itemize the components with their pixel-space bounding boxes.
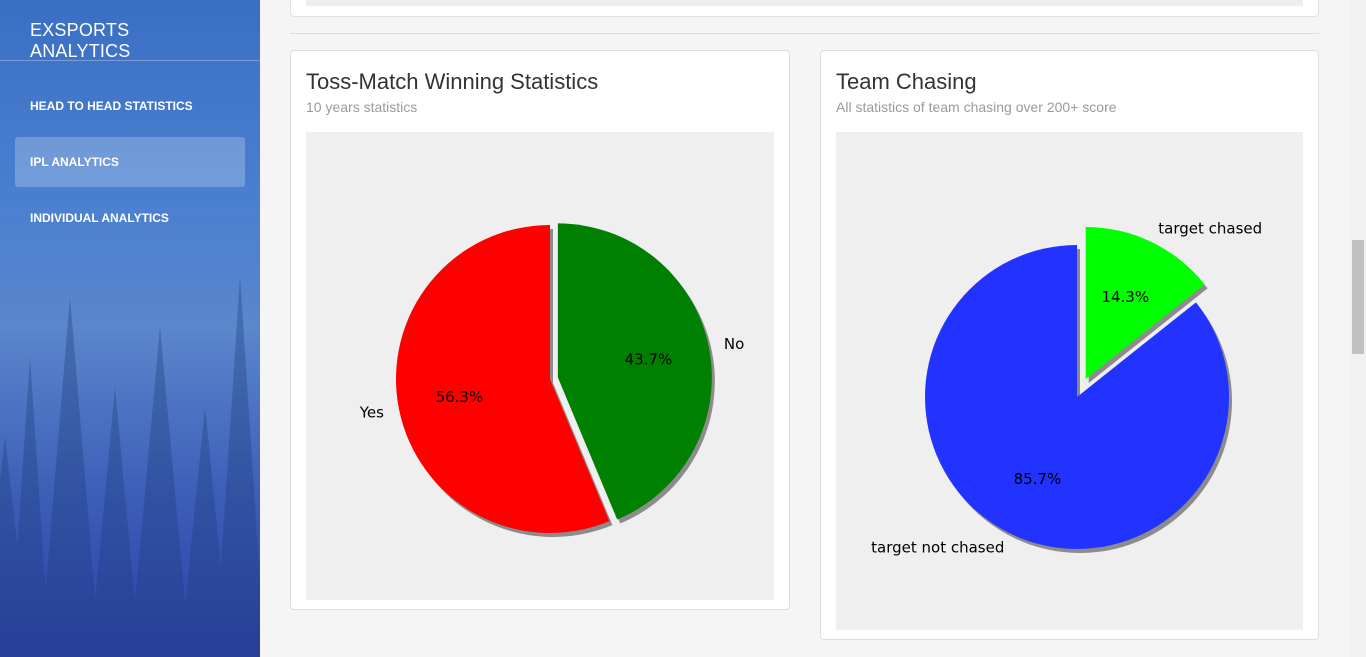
chasing-card: Team Chasing All statistics of team chas… [820, 50, 1319, 640]
toss-card-title: Toss-Match Winning Statistics [306, 69, 599, 94]
chasing-pie-chart: target not chased 85.7% target chased 14.3% [871, 219, 1262, 557]
pie-percent-yes: 56.3% [436, 388, 484, 406]
previous-chart-card [290, 0, 1319, 17]
pie-percent-target-not-chased: 85.7% [1014, 470, 1062, 488]
sidebar-item-individual-analytics[interactable]: INDIVIDUAL ANALYTICS [15, 193, 245, 243]
main-content: Toss-Match Winning Statistics 10 years s… [260, 0, 1350, 657]
chasing-card-title: Team Chasing [836, 69, 977, 94]
pie-label-no: No [724, 335, 744, 353]
pie-percent-no: 43.7% [625, 350, 673, 368]
forest-background-image [0, 277, 260, 657]
toss-card: Toss-Match Winning Statistics 10 years s… [290, 50, 790, 610]
toss-chart: Yes 56.3% No 43.7% [306, 132, 774, 600]
vertical-scrollbar[interactable] [1350, 0, 1366, 657]
chasing-card-subtitle: All statistics of team chasing over 200+… [836, 99, 1117, 115]
pie-label-yes: Yes [359, 403, 384, 421]
sidebar: EXSPORTS ANALYTICS HEAD TO HEAD STATISTI… [0, 0, 260, 657]
previous-chart-strip [306, 0, 1303, 6]
pie-percent-target-chased: 14.3% [1101, 288, 1149, 306]
pie-label-target-not-chased: target not chased [871, 539, 1004, 557]
sidebar-nav: HEAD TO HEAD STATISTICS IPL ANALYTICS IN… [0, 81, 260, 243]
section-divider [290, 33, 1319, 34]
sidebar-item-head-to-head[interactable]: HEAD TO HEAD STATISTICS [15, 81, 245, 131]
toss-pie-chart: Yes 56.3% No 43.7% [359, 223, 744, 537]
sidebar-item-ipl-analytics[interactable]: IPL ANALYTICS [15, 137, 245, 187]
brand-title[interactable]: EXSPORTS ANALYTICS [0, 0, 260, 61]
toss-card-subtitle: 10 years statistics [306, 99, 418, 115]
chasing-chart: target not chased 85.7% target chased 14.3% [836, 132, 1303, 630]
scrollbar-thumb[interactable] [1352, 240, 1364, 354]
pie-label-target-chased: target chased [1158, 219, 1262, 237]
